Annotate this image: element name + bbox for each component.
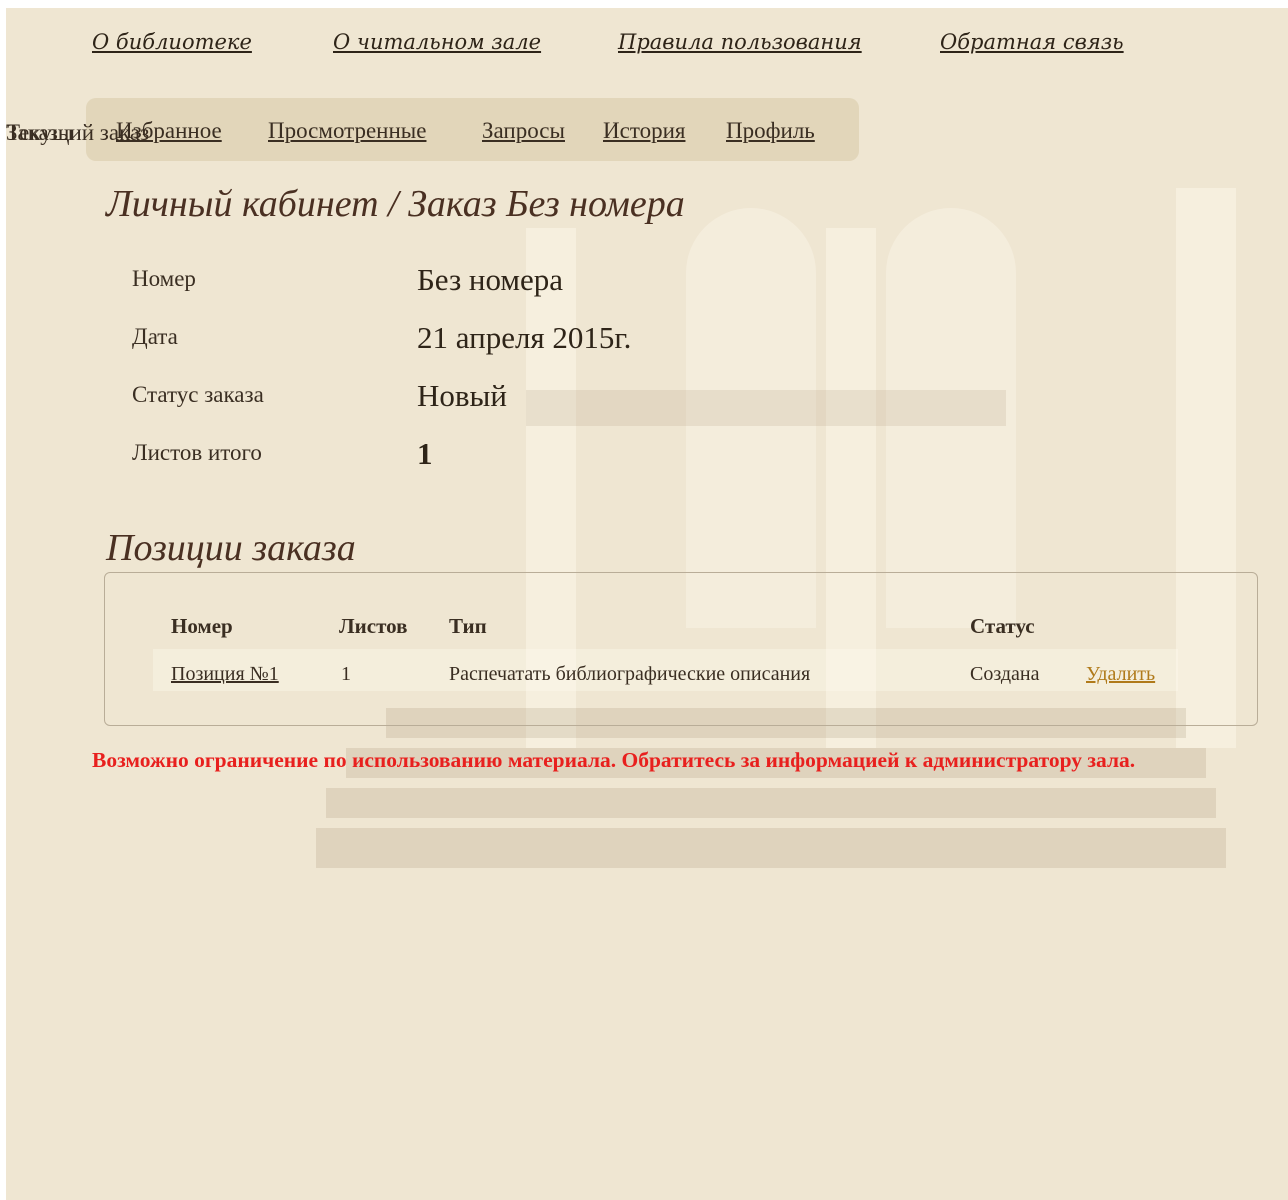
column-header-status: Статус — [970, 614, 1035, 638]
positions-title: Позиции заказа — [106, 527, 356, 569]
top-link-reading-room[interactable]: О читальном зале — [333, 30, 541, 54]
column-header-number: Номер — [171, 614, 233, 638]
subnav-viewed[interactable]: Просмотренные — [268, 118, 426, 144]
info-value: 21 апреля 2015г. — [417, 320, 632, 355]
column-header-sheets: Листов — [339, 614, 408, 638]
page-title: Личный кабинет / Заказ Без номера — [106, 183, 685, 225]
positions-table: Номер Листов Тип Статус Позиция №1 1 Рас… — [104, 572, 1258, 726]
page: О библиотеке О читальном зале Правила по… — [6, 8, 1288, 1200]
info-label: Дата — [132, 324, 178, 349]
subnav-profile[interactable]: Профиль — [726, 118, 815, 144]
delete-position-link[interactable]: Удалить — [1086, 663, 1155, 686]
subnav-history[interactable]: История — [603, 118, 685, 144]
position-sheets: 1 — [341, 663, 351, 685]
restriction-warning: Возможно ограничение по использованию ма… — [92, 748, 1136, 772]
info-label: Листов итого — [132, 440, 262, 465]
account-subnav: Избранное Просмотренные Запросы История … — [86, 98, 859, 161]
position-status: Создана — [970, 663, 1040, 685]
top-link-about-library[interactable]: О библиотеке — [92, 30, 252, 54]
info-value: Без номера — [417, 262, 564, 297]
info-label: Номер — [132, 266, 196, 291]
info-label: Статус заказа — [132, 382, 264, 407]
info-value: Новый — [417, 378, 507, 413]
column-header-type: Тип — [449, 614, 487, 638]
position-type: Распечатать библиографические описания — [449, 663, 811, 685]
info-value: 1 — [417, 436, 433, 471]
top-link-rules[interactable]: Правила пользования — [618, 30, 862, 54]
position-link[interactable]: Позиция №1 — [171, 663, 279, 686]
nav-current-order[interactable]: Текущий заказ — [6, 120, 149, 146]
subnav-requests[interactable]: Запросы — [482, 118, 565, 144]
top-link-feedback[interactable]: Обратная связь — [940, 30, 1124, 54]
